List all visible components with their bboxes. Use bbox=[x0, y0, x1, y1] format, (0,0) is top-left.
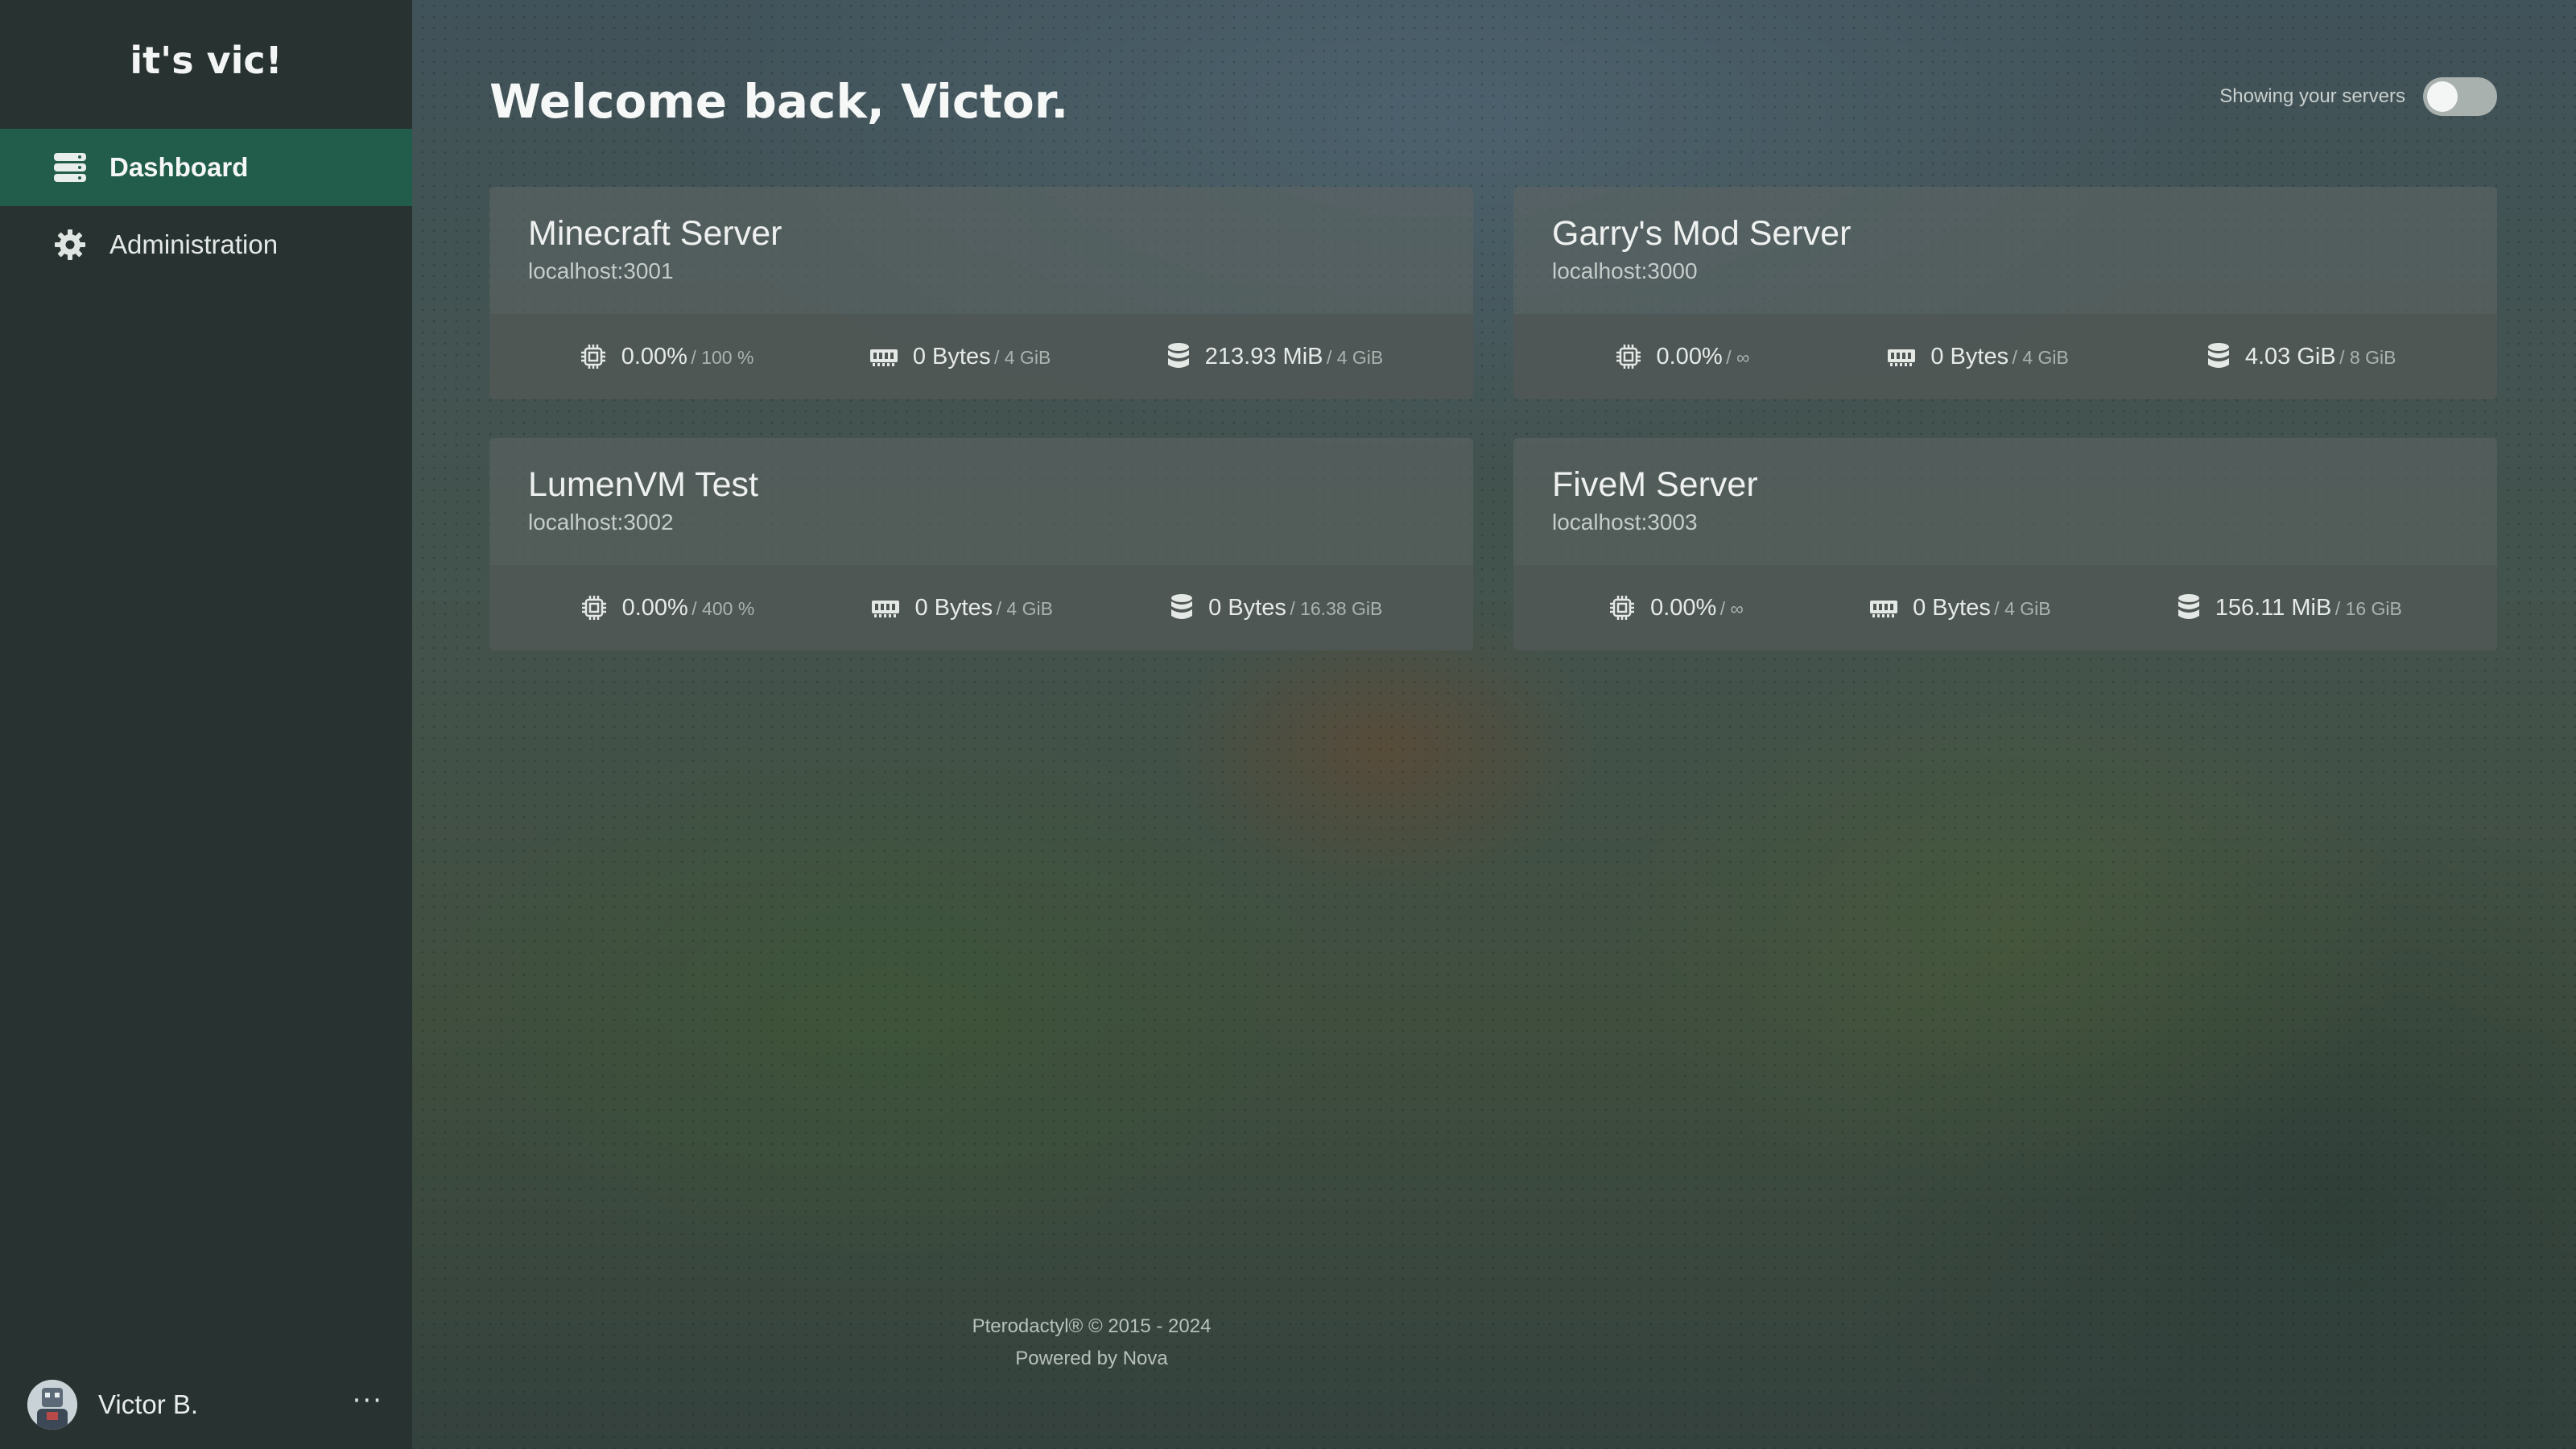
server-card-header: FiveM Server localhost:3003 bbox=[1513, 438, 2497, 565]
powered-by-text[interactable]: Powered by Nova bbox=[412, 1343, 1771, 1375]
memory-icon bbox=[1869, 597, 1898, 618]
memory-usage: 0 Bytes bbox=[1913, 594, 1991, 621]
disk-usage: 213.93 MiB bbox=[1204, 343, 1323, 369]
cpu-icon bbox=[1608, 594, 1636, 621]
disk-stat: 0 Bytes / 16.38 GiB bbox=[1170, 593, 1382, 622]
server-name: FiveM Server bbox=[1552, 465, 1758, 504]
toggle-label: Showing your servers bbox=[2219, 85, 2405, 107]
memory-stat: 0 Bytes / 4 GiB bbox=[1887, 343, 2069, 370]
more-options-button[interactable]: ··· bbox=[353, 1385, 383, 1417]
disk-icon bbox=[1166, 342, 1191, 371]
brand-title[interactable]: it's vic! bbox=[0, 39, 412, 82]
disk-limit: / 16 GiB bbox=[2334, 597, 2402, 619]
server-card[interactable]: LumenVM Test localhost:3002 0.00% / 400 … bbox=[489, 438, 1473, 650]
server-card[interactable]: Garry's Mod Server localhost:3000 0.00% … bbox=[1513, 187, 2497, 399]
disk-stat: 213.93 MiB / 4 GiB bbox=[1166, 342, 1383, 371]
cpu-stat: 0.00% / ∞ bbox=[1615, 343, 1750, 370]
disk-limit: / 16.38 GiB bbox=[1290, 597, 1383, 619]
disk-icon bbox=[2207, 342, 2231, 371]
memory-stat: 0 Bytes / 4 GiB bbox=[869, 344, 1051, 370]
cpu-stat: 0.00% / ∞ bbox=[1608, 594, 1744, 621]
disk-usage: 0 Bytes bbox=[1208, 594, 1286, 621]
sidebar: it's vic! Dashboard Administration Victo… bbox=[0, 0, 412, 1449]
memory-limit: / 4 GiB bbox=[1994, 597, 2051, 619]
server-card-header: Minecraft Server localhost:3001 bbox=[489, 187, 1473, 314]
server-card[interactable]: FiveM Server localhost:3003 0.00% / ∞ 0 … bbox=[1513, 438, 2497, 650]
disk-icon bbox=[2177, 593, 2201, 622]
cpu-usage: 0.00% bbox=[621, 343, 687, 369]
cpu-limit: / 100 % bbox=[691, 346, 754, 368]
memory-limit: / 4 GiB bbox=[2012, 346, 2069, 368]
memory-usage: 0 Bytes bbox=[912, 343, 991, 369]
server-card[interactable]: Minecraft Server localhost:3001 0.00% / … bbox=[489, 187, 1473, 399]
memory-limit: / 4 GiB bbox=[994, 346, 1051, 368]
cpu-icon bbox=[580, 594, 608, 621]
memory-icon bbox=[871, 597, 900, 618]
server-address: localhost:3001 bbox=[528, 258, 674, 283]
disk-icon bbox=[1170, 593, 1194, 622]
disk-stat: 4.03 GiB / 8 GiB bbox=[2207, 342, 2396, 371]
server-stats: 0.00% / 100 % 0 Bytes / 4 GiB 213.93 MiB… bbox=[489, 314, 1473, 399]
cpu-limit: / ∞ bbox=[1719, 597, 1744, 619]
memory-usage: 0 Bytes bbox=[914, 594, 993, 621]
disk-stat: 156.11 MiB / 16 GiB bbox=[2177, 593, 2402, 622]
disk-limit: / 4 GiB bbox=[1326, 346, 1384, 368]
gear-icon bbox=[52, 226, 89, 263]
toggle-knob bbox=[2427, 81, 2458, 112]
footer: Pterodactyl® © 2015 - 2024 Powered by No… bbox=[412, 1311, 1771, 1375]
cpu-icon bbox=[580, 343, 607, 370]
show-servers-toggle[interactable] bbox=[2423, 77, 2497, 116]
disk-limit: / 8 GiB bbox=[2339, 346, 2396, 368]
server-card-header: LumenVM Test localhost:3002 bbox=[489, 438, 1473, 565]
server-stats: 0.00% / ∞ 0 Bytes / 4 GiB 4.03 GiB / 8 G… bbox=[1513, 314, 2497, 399]
server-address: localhost:3003 bbox=[1552, 510, 1698, 535]
server-stats: 0.00% / ∞ 0 Bytes / 4 GiB 156.11 MiB / 1… bbox=[1513, 565, 2497, 650]
server-name: LumenVM Test bbox=[528, 465, 759, 504]
cpu-stat: 0.00% / 400 % bbox=[580, 594, 755, 621]
sidebar-item-dashboard[interactable]: Dashboard bbox=[0, 129, 412, 206]
memory-stat: 0 Bytes / 4 GiB bbox=[1869, 594, 2051, 621]
cpu-limit: / 400 % bbox=[691, 597, 755, 619]
user-menu[interactable]: Victor B. ··· bbox=[0, 1360, 412, 1449]
server-name: Minecraft Server bbox=[528, 214, 782, 253]
cpu-stat: 0.00% / 100 % bbox=[580, 343, 754, 370]
memory-usage: 0 Bytes bbox=[1930, 343, 2009, 369]
database-icon bbox=[52, 149, 89, 186]
cpu-icon bbox=[1615, 343, 1642, 370]
memory-icon bbox=[869, 346, 898, 367]
sidebar-item-administration[interactable]: Administration bbox=[0, 206, 412, 283]
memory-limit: / 4 GiB bbox=[996, 597, 1053, 619]
sidebar-item-label: Dashboard bbox=[109, 152, 249, 182]
memory-stat: 0 Bytes / 4 GiB bbox=[871, 594, 1053, 621]
user-name: Victor B. bbox=[98, 1389, 199, 1419]
server-filter-toggle-group: Showing your servers bbox=[2219, 77, 2497, 116]
cpu-usage: 0.00% bbox=[621, 594, 688, 621]
sidebar-item-label: Administration bbox=[109, 229, 279, 259]
copyright-text[interactable]: Pterodactyl® © 2015 - 2024 bbox=[412, 1311, 1771, 1343]
page-title: Welcome back, Victor. bbox=[489, 74, 1069, 129]
server-stats: 0.00% / 400 % 0 Bytes / 4 GiB 0 Bytes / … bbox=[489, 565, 1473, 650]
cpu-usage: 0.00% bbox=[1656, 343, 1723, 369]
disk-usage: 4.03 GiB bbox=[2244, 343, 2336, 369]
cpu-limit: / ∞ bbox=[1726, 346, 1750, 368]
server-name: Garry's Mod Server bbox=[1552, 214, 1852, 253]
server-card-header: Garry's Mod Server localhost:3000 bbox=[1513, 187, 2497, 314]
server-address: localhost:3000 bbox=[1552, 258, 1698, 283]
memory-icon bbox=[1887, 346, 1916, 367]
disk-usage: 156.11 MiB bbox=[2215, 594, 2332, 621]
avatar[interactable] bbox=[27, 1380, 77, 1430]
cpu-usage: 0.00% bbox=[1650, 594, 1717, 621]
server-address: localhost:3002 bbox=[528, 510, 674, 535]
